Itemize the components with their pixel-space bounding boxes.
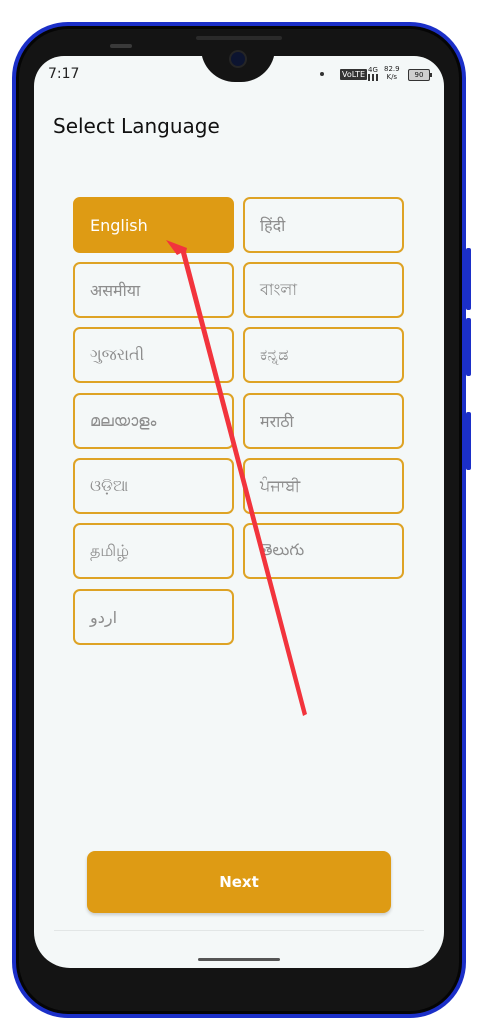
language-label: ગુજરાતી: [90, 345, 145, 364]
language-malayalam[interactable]: മലയാളം: [73, 393, 234, 449]
language-label: മലയാളം: [90, 411, 157, 430]
page-title: Select Language: [53, 114, 220, 138]
volume-down-button: [466, 318, 471, 376]
power-button: [466, 412, 471, 470]
signal-icon: [368, 74, 378, 81]
network-speed: 82.9 K/s: [384, 65, 400, 81]
language-tamil[interactable]: தமிழ்: [73, 523, 234, 579]
language-punjabi[interactable]: ਪੰਜਾਬੀ: [243, 458, 404, 514]
earpiece: [196, 36, 282, 40]
language-label: ଓଡ଼ିଆ: [90, 476, 129, 495]
language-bengali[interactable]: বাংলা: [243, 262, 404, 318]
status-icons: VoLTE 4G 82.9 K/s 90: [316, 65, 434, 84]
notification-dot-icon: [320, 72, 324, 76]
language-label: असमीया: [90, 281, 141, 300]
speed-unit: K/s: [386, 73, 398, 81]
language-telugu[interactable]: తెలుగు: [243, 523, 404, 579]
microphone: [110, 44, 132, 48]
front-camera: [231, 52, 245, 66]
language-assamese[interactable]: असमीया: [73, 262, 234, 318]
network-type: 4G: [368, 66, 378, 74]
volte-icon: VoLTE: [340, 69, 368, 80]
language-label: বাংলা: [260, 279, 297, 299]
language-hindi[interactable]: हिंदी: [243, 197, 404, 253]
language-label: हिंदी: [260, 216, 286, 235]
language-label: English: [90, 215, 148, 235]
language-label: ಕನ್ನಡ: [260, 345, 289, 364]
language-label: தமிழ்: [90, 540, 130, 560]
language-odia[interactable]: ଓଡ଼ିଆ: [73, 458, 234, 514]
language-kannada[interactable]: ಕನ್ನಡ: [243, 327, 404, 383]
speed-value: 82.9: [384, 65, 400, 73]
next-button[interactable]: Next: [87, 851, 391, 913]
language-label: తెలుగు: [260, 539, 305, 559]
language-label: اردو: [90, 607, 118, 627]
status-time: 7:17: [48, 66, 80, 82]
language-urdu[interactable]: اردو: [73, 589, 234, 645]
language-label: ਪੰਜਾਬੀ: [260, 476, 301, 495]
language-marathi[interactable]: मराठी: [243, 393, 404, 449]
volume-button: [466, 248, 471, 310]
battery-icon: 90: [408, 69, 432, 81]
language-label: मराठी: [260, 412, 294, 431]
bottom-divider: [54, 930, 424, 931]
language-english[interactable]: English: [73, 197, 234, 253]
home-indicator: [198, 958, 280, 961]
language-gujarati[interactable]: ગુજરાતી: [73, 327, 234, 383]
